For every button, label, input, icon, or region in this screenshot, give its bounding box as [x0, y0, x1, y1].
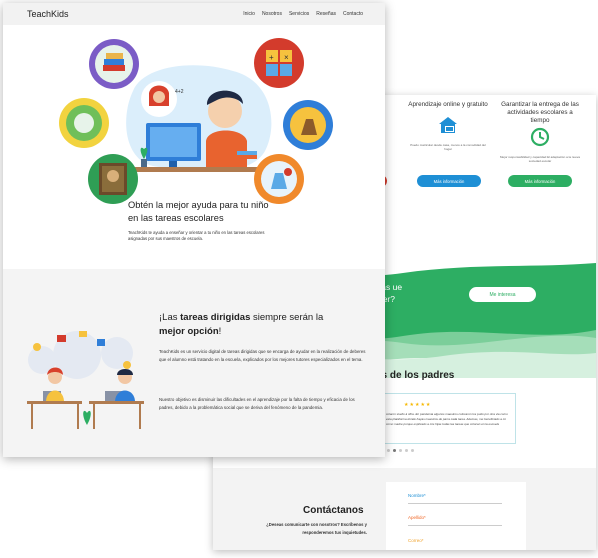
more-info-button-green[interactable]: Más información	[508, 175, 572, 187]
about-title-mid: siempre serán la	[250, 312, 324, 323]
feature-desc: Puedo matricular desde casa, menos a la …	[410, 143, 486, 151]
rating-stars: ★★★★★	[404, 402, 432, 408]
nav-menu: Inicio Nosotros Servicios Reseñas Contac…	[243, 11, 363, 17]
clock-icon	[530, 127, 550, 147]
svg-text:+: +	[269, 53, 274, 62]
carousel-dot[interactable]	[387, 449, 390, 452]
feature-title: Garantizar la entrega de las actividades…	[501, 101, 579, 124]
me-interesa-button[interactable]: Me interesa	[469, 287, 536, 302]
nav-link-servicios[interactable]: Servicios	[289, 11, 309, 17]
about-title-bold-2: mejor opción	[159, 326, 219, 337]
nav-link-contacto[interactable]: Contacto	[343, 11, 363, 17]
classroom-illustration	[27, 331, 144, 429]
carousel-dot[interactable]	[405, 449, 408, 452]
about-paragraph-1: TeachKids es un servicio digital de tare…	[159, 349, 366, 362]
brand-logo[interactable]: TeachKids	[27, 9, 69, 19]
screenshot-stage: Aprendizaje online y gratuito Puedo matr…	[0, 0, 598, 558]
feature-online: Aprendizaje online y gratuito Puedo matr…	[408, 101, 488, 151]
nav-link-nosotros[interactable]: Nosotros	[262, 11, 282, 17]
about-title-pre: ¡Las	[159, 312, 181, 323]
contact-subtitle: ¿Deseas comunicarte con nosotros? Escríb…	[266, 522, 367, 535]
hero-title: Obtén la mejor ayuda para tu niño en las…	[128, 200, 269, 223]
name-field-label: Nombre*	[408, 493, 426, 498]
more-info-button-blue[interactable]: Más información	[417, 175, 481, 187]
feature-delivery: Garantizar la entrega de las actividades…	[500, 101, 580, 163]
carousel-dot-active[interactable]	[393, 449, 396, 452]
about-title-end: !	[218, 326, 222, 337]
feature-title: Aprendizaje online y gratuito	[408, 101, 488, 108]
nav-link-resenas[interactable]: Reseñas	[316, 11, 336, 17]
svg-text:4+2: 4+2	[175, 89, 184, 95]
about-title-bold-1: tareas dirigidas	[180, 312, 251, 323]
testimonial-card: ★★★★★ colaron studio à ófira. En pandemi…	[376, 393, 516, 444]
feature-desc: Mejor responsabilidad y capacidad El ada…	[500, 155, 580, 163]
testimonials-title: es de los padres	[376, 370, 455, 381]
carousel-dot[interactable]	[399, 449, 402, 452]
house-laptop-icon	[439, 117, 457, 133]
hero-subtitle: TeachKids te ayuda a enseñar y orientar …	[128, 230, 265, 241]
name-field[interactable]	[408, 503, 502, 504]
email-field-label: Correo*	[408, 538, 424, 543]
lastname-field[interactable]	[408, 525, 502, 526]
nav-link-inicio[interactable]: Inicio	[243, 11, 255, 17]
lastname-field-label: Apellido*	[408, 515, 426, 520]
front-page: TeachKids Inicio Nosotros Servicios Rese…	[3, 3, 385, 457]
carousel-dots	[387, 449, 414, 452]
contact-form: Nombre* Apellido* Correo*	[386, 482, 526, 550]
navbar: TeachKids Inicio Nosotros Servicios Rese…	[3, 3, 385, 25]
about-title: ¡Las tareas dirigidas siempre serán la m…	[159, 311, 329, 339]
about-paragraph-2: Nuestro objetivo es disminuir las dificu…	[159, 397, 355, 410]
svg-text:×: ×	[284, 53, 289, 62]
contact-title: Contáctanos	[303, 505, 364, 516]
testimonial-text: colaron studio à ófira. En pandemia algu…	[386, 412, 508, 426]
carousel-dot[interactable]	[411, 449, 414, 452]
